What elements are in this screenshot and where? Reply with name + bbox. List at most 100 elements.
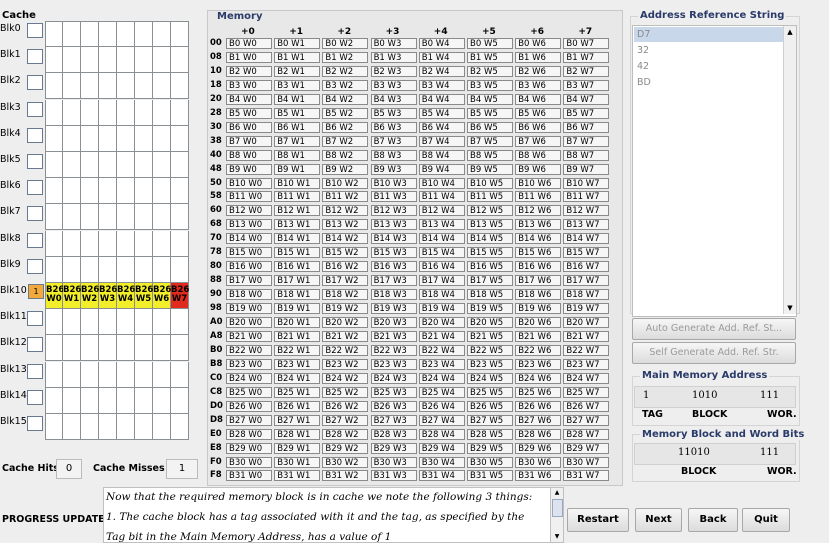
- cache-block-label: Blk3: [0, 101, 21, 113]
- memory-cell: B28 W3: [370, 428, 417, 440]
- memory-row-address: 48: [210, 163, 222, 174]
- memory-row-address: F8: [210, 470, 222, 481]
- memory-cell: B17 W2: [322, 275, 369, 287]
- memory-cell: B19 W7: [563, 303, 610, 315]
- memory-cell: B1 W2: [322, 51, 369, 63]
- cache-word-cell: B26 W6: [153, 283, 171, 309]
- cache-word-cell: [81, 178, 99, 205]
- memory-cell: B14 W0: [226, 233, 272, 245]
- cache-word-cells: [45, 73, 189, 100]
- cache-word-cell: [117, 335, 135, 362]
- cache-block-label: Blk6: [0, 180, 21, 192]
- memory-cell: B15 W4: [418, 247, 465, 259]
- cache-tag-box: [27, 337, 43, 353]
- memory-cell: B10 W7: [563, 177, 610, 189]
- memory-cell: B20 W5: [467, 317, 513, 328]
- list-scrollbar[interactable]: ▲ ▼: [783, 26, 796, 314]
- memory-cell: B19 W0: [226, 303, 272, 315]
- address-list-item[interactable]: 32: [634, 43, 785, 58]
- memory-cell: B13 W3: [370, 219, 417, 231]
- auto-generate-button[interactable]: Auto Generate Add. Ref. St...: [632, 318, 796, 340]
- cache-block-label: Blk2: [0, 75, 21, 87]
- cache-word-cell: [135, 152, 153, 178]
- memory-cell: B4 W0: [226, 93, 272, 105]
- memory-cell: B7 W3: [370, 135, 417, 147]
- memory-cell: B9 W6: [515, 163, 562, 175]
- memory-cell: B25 W2: [322, 386, 369, 398]
- tag-label: TAG: [642, 409, 663, 420]
- cache-word-text: W5: [135, 294, 152, 304]
- memory-cell: B28 W6: [515, 428, 562, 440]
- cache-tag-box: [27, 49, 43, 65]
- memory-cell: B23 W0: [226, 358, 272, 370]
- cache-word-cell: [81, 414, 99, 440]
- scroll-up-icon[interactable]: ▲: [785, 27, 795, 37]
- cache-word-cell: [81, 335, 99, 362]
- cache-word-cell: [117, 21, 135, 47]
- memory-cell: B0 W2: [322, 38, 369, 49]
- progress-text-area[interactable]: Now that the required memory block is in…: [103, 487, 552, 543]
- memory-cell: B3 W4: [418, 79, 465, 91]
- cache-word-cell: [135, 387, 153, 414]
- quit-button[interactable]: Quit: [742, 508, 790, 532]
- cache-word-cells: [45, 414, 189, 440]
- cache-word-cell: [45, 152, 63, 178]
- cache-word-cell: [117, 152, 135, 178]
- address-list-item[interactable]: 42: [634, 59, 785, 74]
- cache-word-cell: [63, 204, 81, 231]
- cache-block-label: Blk4: [0, 127, 21, 139]
- memory-row-address: C0: [210, 372, 223, 383]
- restart-button[interactable]: Restart: [567, 508, 629, 532]
- memory-row-address: 20: [210, 93, 222, 104]
- scroll-down-icon[interactable]: ▼: [785, 303, 795, 313]
- memory-cell: B23 W7: [563, 358, 610, 370]
- memory-cell: B30 W2: [322, 456, 369, 468]
- memory-cell: B7 W2: [322, 135, 369, 147]
- scroll-up-icon[interactable]: ▲: [552, 489, 562, 497]
- cache-word-cell: [45, 387, 63, 414]
- memory-cell: B10 W3: [370, 177, 417, 189]
- progress-scrollbar[interactable]: ▲ ▼: [550, 487, 564, 543]
- memory-cell: B12 W2: [322, 205, 369, 217]
- cache-block-row: Blk14: [0, 387, 202, 416]
- memory-row-address: 68: [210, 219, 222, 230]
- scroll-thumb[interactable]: [552, 499, 563, 517]
- memory-cell: B12 W6: [515, 205, 562, 217]
- address-reference-list[interactable]: D7 32 42 BD ▲ ▼: [632, 25, 797, 317]
- memory-cell: B18 W6: [515, 289, 562, 301]
- memory-cell: B23 W3: [370, 358, 417, 370]
- memory-cell: B17 W7: [563, 275, 610, 287]
- memory-cell: B26 W5: [467, 400, 513, 412]
- cache-block-row: Blk6: [0, 178, 202, 206]
- cache-word-cells: [45, 309, 189, 336]
- memory-cell: B22 W6: [515, 344, 562, 356]
- memory-cell: B30 W1: [274, 456, 321, 468]
- cache-word-cell: [171, 414, 189, 440]
- cache-word-cell: [81, 21, 99, 47]
- cache-word-cell: [171, 204, 189, 231]
- cache-misses-label: Cache Misses: [93, 463, 165, 474]
- address-list-item[interactable]: BD: [634, 75, 785, 90]
- cache-word-cell: [63, 47, 81, 74]
- memory-cell: B8 W6: [515, 149, 562, 161]
- self-generate-button[interactable]: Self Generate Add. Ref. Str.: [632, 342, 796, 364]
- memory-cell: B0 W5: [467, 38, 513, 49]
- memory-cell: B24 W0: [226, 372, 272, 384]
- cache-word-cell: [45, 178, 63, 205]
- memory-row-address: F0: [210, 456, 222, 467]
- address-list-item[interactable]: D7: [634, 27, 785, 42]
- cache-block-row: Blk15: [0, 414, 202, 442]
- cache-word-cell: [171, 99, 189, 126]
- memory-cell: B31 W7: [563, 470, 610, 482]
- memory-cell: B6 W4: [418, 121, 465, 133]
- cache-block-label: Blk5: [0, 154, 21, 165]
- cache-word-cell: [117, 361, 135, 388]
- cache-tag-box: 1: [28, 284, 44, 299]
- memory-cell: B8 W0: [226, 149, 272, 161]
- memory-cell: B5 W7: [563, 107, 610, 119]
- back-button[interactable]: Back: [688, 508, 738, 532]
- cache-word-cells: [45, 99, 189, 126]
- cache-word-cell: [153, 230, 171, 257]
- scroll-down-icon[interactable]: ▼: [552, 533, 562, 541]
- next-button[interactable]: Next: [635, 508, 682, 532]
